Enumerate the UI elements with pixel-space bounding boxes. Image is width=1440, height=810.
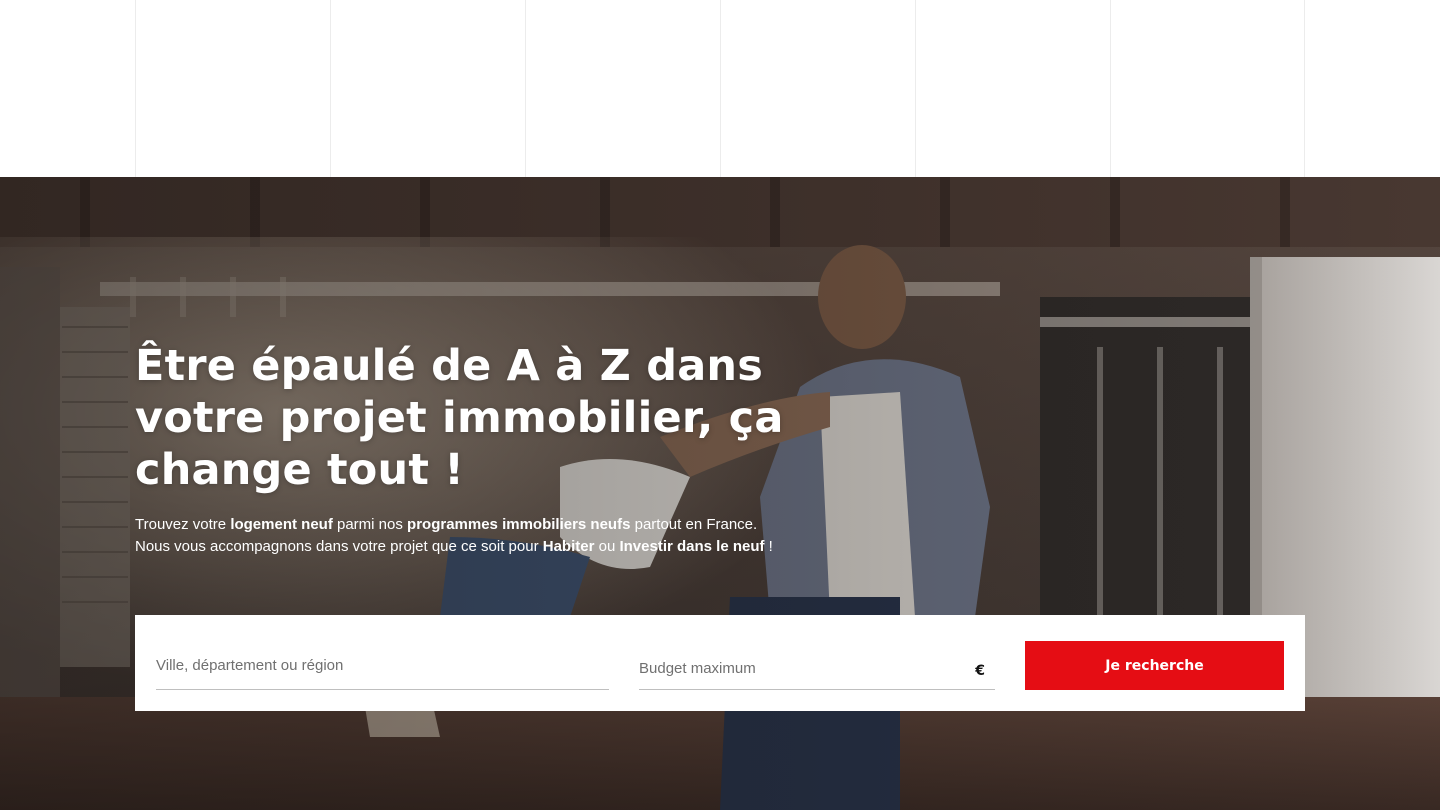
column-divider <box>525 0 526 177</box>
search-button[interactable]: Je recherche <box>1025 641 1284 690</box>
subtext-text: Nous vous accompagnons dans votre projet… <box>135 538 543 555</box>
budget-input[interactable] <box>639 641 995 689</box>
location-field-wrapper <box>156 641 609 690</box>
column-divider <box>915 0 916 177</box>
hero-section: Être épaulé de A à Z dans votre projet i… <box>0 177 1440 810</box>
subtext-text: Trouvez votre <box>135 516 231 533</box>
subtext-highlight-habiter: Habiter <box>542 538 595 555</box>
column-divider <box>720 0 721 177</box>
search-form: € Je recherche <box>135 615 1305 711</box>
subtext-text: parmi nos <box>332 516 408 533</box>
subtext-text: ! <box>764 538 773 555</box>
euro-currency-icon: € <box>975 663 985 679</box>
hero-subtext: Trouvez votre logement neuf parmi nos pr… <box>135 514 895 558</box>
hero-headline: Être épaulé de A à Z dans votre projet i… <box>135 341 784 495</box>
subtext-text: ou <box>594 538 620 555</box>
subtext-highlight-investir: Investir dans le neuf <box>619 538 765 555</box>
subtext-highlight-logement-neuf: logement neuf <box>230 516 333 533</box>
hero-subtext-line-2: Nous vous accompagnons dans votre projet… <box>135 536 895 558</box>
subtext-text: partout en France. <box>630 516 758 533</box>
column-divider <box>330 0 331 177</box>
column-divider <box>1110 0 1111 177</box>
top-blank-area <box>0 0 1440 177</box>
hero-subtext-line-1: Trouvez votre logement neuf parmi nos pr… <box>135 514 895 536</box>
subtext-highlight-programmes: programmes immobiliers neufs <box>407 516 631 533</box>
location-input[interactable] <box>156 641 609 689</box>
column-divider <box>135 0 136 177</box>
budget-field-wrapper: € <box>639 641 995 690</box>
column-divider <box>1304 0 1305 177</box>
